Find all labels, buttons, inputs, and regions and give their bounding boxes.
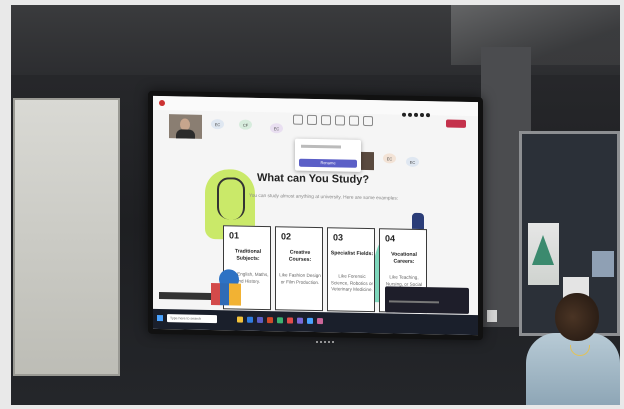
interactive-display: EC CF EC EC EC Rename What can You Study… [148, 90, 483, 341]
rename-popup: Rename [295, 138, 361, 172]
classroom-photo: EC CF EC EC EC Rename What can You Study… [11, 5, 620, 405]
app-icon[interactable] [307, 317, 313, 324]
edge-icon[interactable] [247, 316, 253, 323]
left-whiteboard [13, 98, 120, 376]
card-desc: Like Fashion Design or Film Production. [279, 272, 321, 285]
card-number: 01 [229, 230, 240, 241]
display-screen: EC CF EC EC EC Rename What can You Study… [153, 95, 478, 336]
card-2: 02 Creative Courses: Like Fashion Design… [275, 226, 323, 312]
recording-icon [159, 99, 165, 107]
participant-tile[interactable]: EC [383, 153, 396, 164]
poster-triangle [528, 223, 559, 285]
name-field[interactable] [301, 144, 341, 149]
slide-subtitle: You can study almost anything at univers… [249, 193, 399, 202]
app-icon[interactable] [277, 317, 283, 324]
self-video [169, 114, 202, 139]
body [176, 129, 195, 139]
more-icon[interactable] [363, 115, 373, 127]
poster-blue [592, 251, 614, 277]
start-icon[interactable] [157, 314, 163, 322]
card-3: 03 Specialist Fields: Like Forensic Scie… [327, 227, 375, 313]
participant-video [359, 151, 374, 171]
app-icon[interactable] [317, 318, 323, 325]
brand-logo [405, 179, 427, 191]
card-number: 04 [385, 233, 396, 244]
powerpoint-icon[interactable] [267, 317, 273, 324]
card-desc: Like Forensic Science, Robotics or Veter… [330, 273, 374, 293]
app-icon[interactable] [287, 317, 293, 324]
slide-title: What can You Study? [257, 171, 370, 187]
app-icon[interactable] [297, 317, 303, 324]
card-title: Traditional Subjects: [234, 248, 262, 262]
notification-toast[interactable] [385, 286, 469, 314]
taskbar-search[interactable]: Type here to search [167, 314, 217, 324]
card-number: 02 [281, 231, 292, 242]
raise-hand-icon[interactable] [321, 115, 331, 126]
card-title: Specialist Fields: [330, 250, 374, 258]
caption-bar [159, 291, 211, 300]
ceiling-light [451, 5, 620, 65]
volume-bar [389, 300, 439, 304]
person [520, 293, 620, 405]
triangle-graphic [532, 235, 554, 265]
shirt [526, 333, 620, 405]
leave-button[interactable] [446, 119, 466, 128]
books-graphic [211, 282, 241, 306]
participant-tile[interactable]: CF [239, 119, 252, 130]
display-indicator-dots [316, 341, 342, 344]
lightbulb-outline [217, 177, 245, 220]
view-icon[interactable] [349, 115, 359, 126]
chat-icon[interactable] [293, 114, 303, 125]
card-title: Creative Courses: [288, 249, 312, 263]
participant-tile[interactable]: EC [406, 156, 419, 167]
rename-button[interactable]: Rename [299, 158, 357, 168]
head [555, 293, 599, 341]
card-title: Vocational Careers: [391, 251, 417, 265]
react-icon[interactable] [335, 115, 345, 126]
teams-icon[interactable] [257, 316, 263, 323]
participant-tile[interactable]: EC [211, 118, 224, 130]
people-icon[interactable] [307, 114, 317, 126]
wall-socket [487, 310, 497, 322]
card-number: 03 [333, 232, 344, 243]
folder-icon[interactable] [237, 316, 243, 323]
participant-tile[interactable]: EC [270, 123, 283, 134]
